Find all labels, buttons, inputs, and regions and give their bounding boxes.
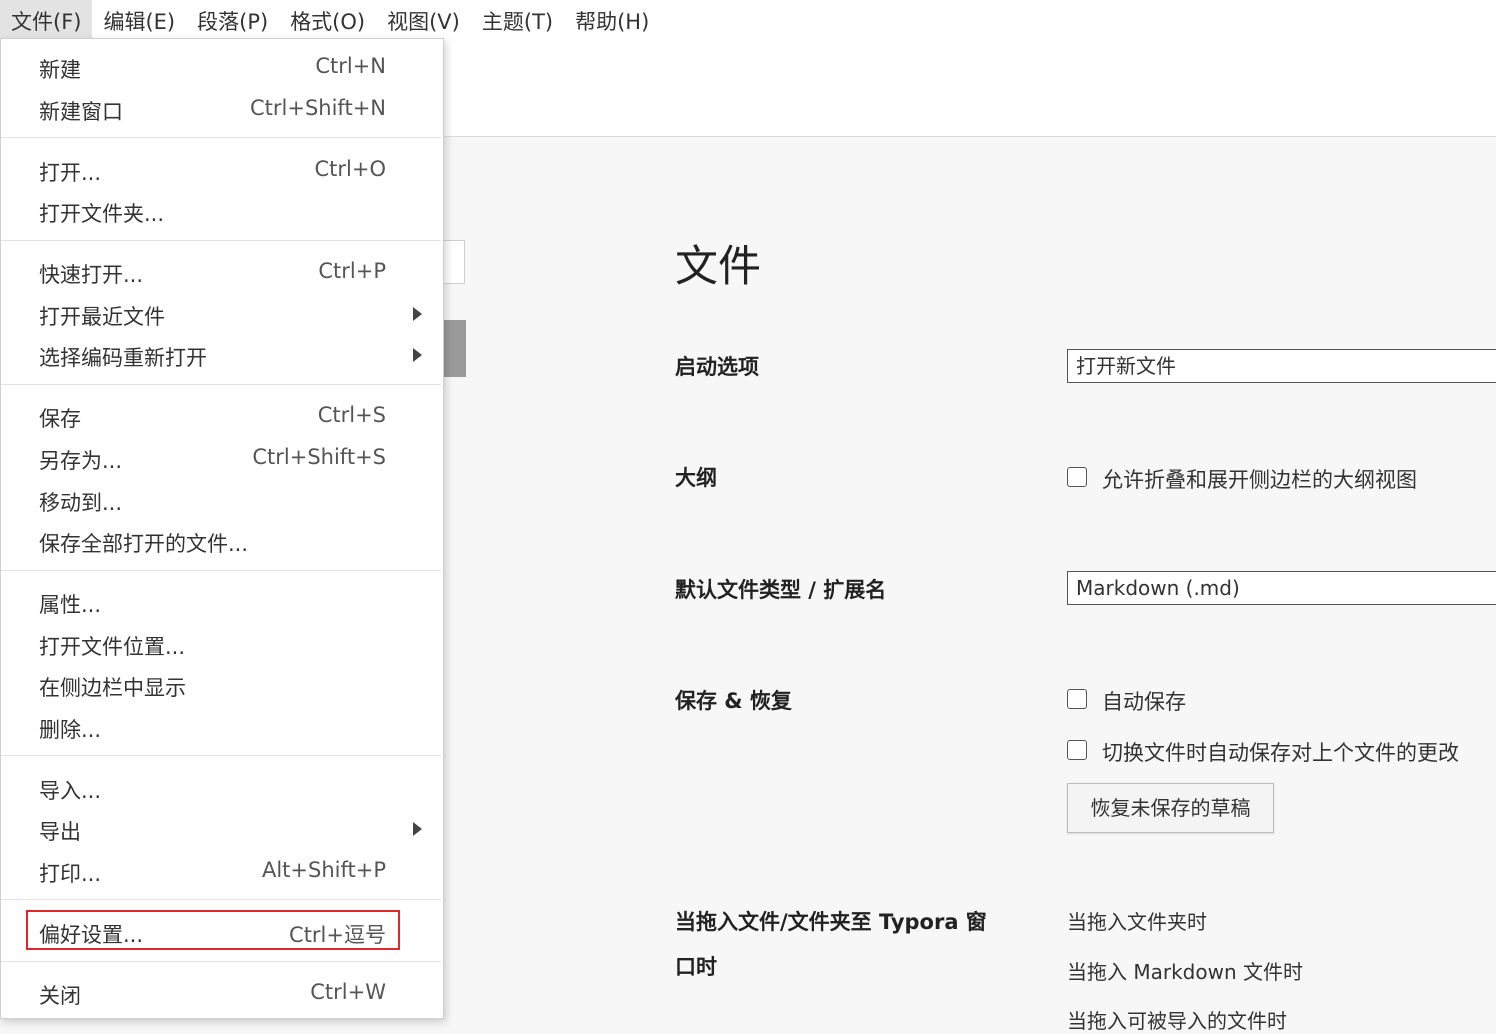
menu-item-shortcut: Ctrl+O — [314, 157, 387, 181]
default-type-label: 默认文件类型 / 扩展名 — [675, 578, 887, 602]
menu-item-shortcut: Ctrl+Shift+N — [250, 96, 386, 120]
menu-item-label: 删除... — [39, 718, 102, 742]
menu-item-label: 导入... — [39, 779, 102, 803]
menu-item-quick-open[interactable]: 快速打开... Ctrl+P — [1, 252, 443, 292]
menu-item-shortcut: Alt+Shift+P — [261, 858, 386, 882]
menu-item-label: 移动到... — [39, 491, 123, 515]
page-title: 文件 — [675, 242, 761, 292]
autosave-switch-checkbox[interactable] — [1067, 740, 1087, 760]
outline-checkbox-label: 允许折叠和展开侧边栏的大纲视图 — [1102, 468, 1417, 492]
submenu-arrow-icon — [413, 822, 422, 836]
drag-folder-label: 当拖入文件夹时 — [1067, 910, 1207, 934]
menu-separator — [1, 384, 441, 385]
menu-separator — [1, 570, 441, 571]
menu-item-shortcut: Ctrl+P — [318, 259, 386, 283]
autosave-option[interactable]: 自动保存 — [1067, 686, 1487, 716]
menu-separator — [1, 961, 441, 962]
menu-item-close[interactable]: 关闭 Ctrl+W — [1, 973, 443, 1013]
menu-item-import[interactable]: 导入... — [1, 768, 443, 808]
menu-item-shortcut: Ctrl+Shift+S — [252, 445, 386, 469]
preferences-highlight — [26, 910, 400, 950]
menu-separator — [1, 755, 441, 756]
menu-item-label: 选择编码重新打开 — [39, 346, 207, 370]
menu-item-label: 保存 — [39, 407, 81, 431]
menu-item-open[interactable]: 打开... Ctrl+O — [1, 150, 443, 190]
menu-item-open-recent[interactable]: 打开最近文件 — [1, 294, 443, 334]
submenu-arrow-icon — [413, 307, 422, 321]
menu-item-open-folder[interactable]: 打开文件夹... — [1, 191, 443, 231]
menu-item-save-all[interactable]: 保存全部打开的文件... — [1, 521, 443, 561]
menu-item-label: 新建 — [39, 58, 81, 82]
menu-item-label: 新建窗口 — [39, 100, 123, 124]
menu-item-label: 关闭 — [39, 984, 81, 1008]
menu-item-new[interactable]: 新建 Ctrl+N — [1, 47, 443, 87]
save-restore-label: 保存 & 恢复 — [675, 689, 792, 713]
recover-drafts-button[interactable]: 恢复未保存的草稿 — [1067, 783, 1274, 833]
menu-item-reveal-sidebar[interactable]: 在侧边栏中显示 — [1, 665, 443, 705]
drag-importable-label: 当拖入可被导入的文件时 — [1067, 1009, 1287, 1033]
menu-item-export[interactable]: 导出 — [1, 809, 443, 849]
menu-item-label: 属性... — [39, 593, 102, 617]
menu-item-label: 打开最近文件 — [39, 305, 165, 329]
drag-drop-label-line1: 当拖入文件/文件夹至 Typora 窗 — [675, 910, 987, 934]
menu-item-label: 打开文件位置... — [39, 635, 186, 659]
menu-item-move-to[interactable]: 移动到... — [1, 480, 443, 520]
menu-item-shortcut: Ctrl+W — [310, 980, 386, 1004]
autosave-switch-label: 切换文件时自动保存对上个文件的更改 — [1102, 741, 1459, 765]
menu-item-shortcut: Ctrl+N — [315, 54, 386, 78]
startup-label: 启动选项 — [675, 355, 759, 379]
outline-checkbox[interactable] — [1067, 467, 1087, 487]
menu-item-new-window[interactable]: 新建窗口 Ctrl+Shift+N — [1, 89, 443, 129]
menu-item-label: 打印... — [39, 862, 102, 886]
submenu-arrow-icon — [413, 348, 422, 362]
menu-item-properties[interactable]: 属性... — [1, 582, 443, 622]
menu-separator — [1, 899, 441, 900]
menu-item-label: 打开文件夹... — [39, 202, 165, 226]
menu-item-label: 快速打开... — [39, 263, 144, 287]
menu-item-label: 打开... — [39, 161, 102, 185]
menu-item-delete[interactable]: 删除... — [1, 707, 443, 747]
menu-themes[interactable]: 主题(T) — [471, 0, 564, 44]
outline-option[interactable]: 允许折叠和展开侧边栏的大纲视图 — [1067, 464, 1487, 494]
file-menu-dropdown: 新建 Ctrl+N 新建窗口 Ctrl+Shift+N 打开... Ctrl+O… — [0, 38, 444, 1019]
autosave-checkbox-label: 自动保存 — [1102, 690, 1186, 714]
menu-separator — [1, 240, 441, 241]
menu-item-label: 另存为... — [39, 449, 123, 473]
drag-drop-label-line2: 口时 — [675, 955, 717, 979]
menu-item-save-as[interactable]: 另存为... Ctrl+Shift+S — [1, 438, 443, 478]
startup-select[interactable]: 打开新文件 — [1067, 349, 1496, 383]
outline-label: 大纲 — [675, 466, 717, 490]
menu-item-label: 导出 — [39, 820, 81, 844]
menu-item-save[interactable]: 保存 Ctrl+S — [1, 396, 443, 436]
menu-separator — [1, 137, 441, 138]
default-type-select[interactable]: Markdown (.md) — [1067, 571, 1496, 605]
menu-item-reopen-encoding[interactable]: 选择编码重新打开 — [1, 335, 443, 375]
autosave-checkbox[interactable] — [1067, 689, 1087, 709]
menu-item-label: 保存全部打开的文件... — [39, 532, 249, 556]
menu-item-label: 在侧边栏中显示 — [39, 676, 186, 700]
menu-item-print[interactable]: 打印... Alt+Shift+P — [1, 851, 443, 891]
autosave-switch-option[interactable]: 切换文件时自动保存对上个文件的更改 — [1067, 737, 1487, 767]
drag-markdown-label: 当拖入 Markdown 文件时 — [1067, 960, 1303, 984]
menu-item-open-location[interactable]: 打开文件位置... — [1, 624, 443, 664]
menu-help[interactable]: 帮助(H) — [564, 0, 660, 44]
menu-item-shortcut: Ctrl+S — [317, 403, 386, 427]
